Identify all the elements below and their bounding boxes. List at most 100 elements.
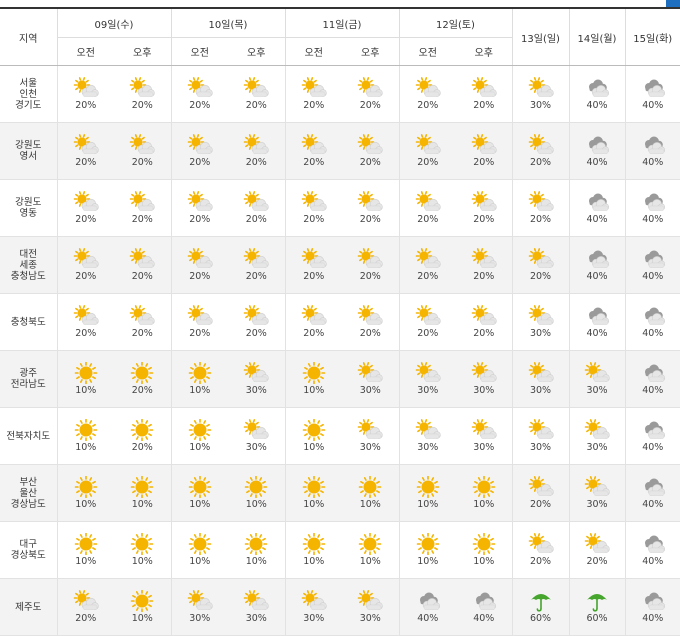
precipitation-chance: 20% — [400, 214, 457, 225]
forecast-cell: 20% — [114, 351, 171, 408]
forecast-cell: 20% — [342, 123, 399, 180]
weekly-forecast-table: 지역 09일(수) 10일(목) 11일(금) 12일(토) 13일(일) 14… — [0, 7, 680, 636]
forecast-cell: 30% — [456, 351, 512, 408]
forecast-cell: 40% — [456, 579, 512, 636]
forecast-cell: 40% — [625, 465, 680, 522]
precipitation-chance: 30% — [400, 385, 457, 396]
forecast-cell: 20% — [57, 579, 114, 636]
region-name-line: 영동 — [0, 208, 57, 219]
table-body: 서울인천경기도20%20%20%20%20%20%20%20%30%40%40%… — [0, 66, 680, 636]
forecast-cell: 30% — [512, 66, 569, 123]
cloudy-icon — [640, 419, 666, 441]
partly-sunny-icon — [471, 248, 497, 270]
partly-sunny-icon — [301, 134, 327, 156]
forecast-cell: 20% — [285, 237, 342, 294]
day-header: 10일(목) — [171, 8, 285, 38]
partly-sunny-icon — [415, 305, 441, 327]
partly-sunny-icon — [129, 191, 155, 213]
cloudy-icon — [640, 476, 666, 498]
partly-sunny-icon — [528, 305, 554, 327]
partly-sunny-icon — [129, 134, 155, 156]
region-name-line: 세종 — [0, 260, 57, 271]
forecast-cell: 20% — [114, 237, 171, 294]
forecast-cell: 10% — [456, 522, 512, 579]
precipitation-chance: 20% — [400, 328, 457, 339]
day-header: 12일(토) — [399, 8, 512, 38]
precipitation-chance: 10% — [400, 556, 457, 567]
forecast-cell: 10% — [285, 408, 342, 465]
region-name-line: 경상남도 — [0, 499, 57, 510]
region-name-line: 전라남도 — [0, 379, 57, 390]
forecast-cell: 40% — [399, 579, 456, 636]
sunny-icon — [415, 476, 441, 498]
forecast-cell: 20% — [285, 66, 342, 123]
table-row: 충청북도20%20%20%20%20%20%20%20%30%40%40% — [0, 294, 680, 351]
precipitation-chance: 20% — [172, 214, 229, 225]
partly-sunny-icon — [415, 134, 441, 156]
forecast-cell: 10% — [342, 522, 399, 579]
sunny-icon — [301, 362, 327, 384]
forecast-cell: 20% — [456, 294, 512, 351]
precipitation-chance: 10% — [172, 499, 229, 510]
precipitation-chance: 30% — [342, 442, 399, 453]
forecast-cell: 10% — [114, 522, 171, 579]
cloudy-icon — [640, 305, 666, 327]
sunny-icon — [129, 590, 155, 612]
precipitation-chance: 10% — [456, 556, 512, 567]
cloudy-icon — [640, 248, 666, 270]
forecast-cell: 30% — [399, 351, 456, 408]
partly-sunny-icon — [243, 134, 269, 156]
partly-sunny-icon — [528, 476, 554, 498]
forecast-cell: 10% — [114, 579, 171, 636]
forecast-cell: 20% — [228, 66, 285, 123]
precipitation-chance: 40% — [626, 385, 680, 396]
partly-sunny-icon — [187, 248, 213, 270]
region-name: 강원도영동 — [0, 180, 57, 237]
sunny-icon — [73, 476, 99, 498]
pm-header: 오후 — [342, 38, 399, 66]
forecast-cell: 20% — [342, 237, 399, 294]
region-name: 대구경상북도 — [0, 522, 57, 579]
partly-sunny-icon — [357, 191, 383, 213]
partly-sunny-icon — [187, 305, 213, 327]
partly-sunny-icon — [73, 191, 99, 213]
forecast-cell: 20% — [114, 180, 171, 237]
forecast-cell: 20% — [57, 66, 114, 123]
cloudy-icon — [640, 134, 666, 156]
day-header: 15일(화) — [625, 8, 680, 66]
forecast-cell: 30% — [228, 579, 285, 636]
precipitation-chance: 20% — [513, 271, 569, 282]
partly-sunny-icon — [243, 590, 269, 612]
precipitation-chance: 30% — [513, 385, 569, 396]
forecast-cell: 20% — [114, 66, 171, 123]
precipitation-chance: 20% — [342, 214, 399, 225]
precipitation-chance: 20% — [228, 214, 285, 225]
precipitation-chance: 10% — [114, 556, 171, 567]
cloudy-icon — [471, 590, 497, 612]
partly-sunny-icon — [357, 77, 383, 99]
forecast-cell: 30% — [171, 579, 228, 636]
sunny-icon — [129, 533, 155, 555]
partly-sunny-icon — [243, 191, 269, 213]
cloudy-icon — [584, 305, 610, 327]
forecast-cell: 40% — [625, 294, 680, 351]
am-header: 오전 — [57, 38, 114, 66]
partly-sunny-icon — [471, 419, 497, 441]
region-name: 서울인천경기도 — [0, 66, 57, 123]
precipitation-chance: 20% — [228, 328, 285, 339]
precipitation-chance: 40% — [626, 100, 680, 111]
region-name-line: 대구 — [0, 539, 57, 550]
forecast-cell: 20% — [114, 294, 171, 351]
pm-header: 오후 — [456, 38, 512, 66]
cloudy-icon — [640, 191, 666, 213]
forecast-cell: 10% — [57, 351, 114, 408]
forecast-cell: 30% — [569, 465, 625, 522]
precipitation-chance: 30% — [513, 442, 569, 453]
precipitation-chance: 40% — [626, 613, 680, 624]
region-name: 대전세종충청남도 — [0, 237, 57, 294]
region-name-line: 강원도 — [0, 197, 57, 208]
precipitation-chance: 20% — [114, 157, 171, 168]
partly-sunny-icon — [528, 419, 554, 441]
precipitation-chance: 10% — [286, 385, 343, 396]
forecast-cell: 40% — [625, 180, 680, 237]
